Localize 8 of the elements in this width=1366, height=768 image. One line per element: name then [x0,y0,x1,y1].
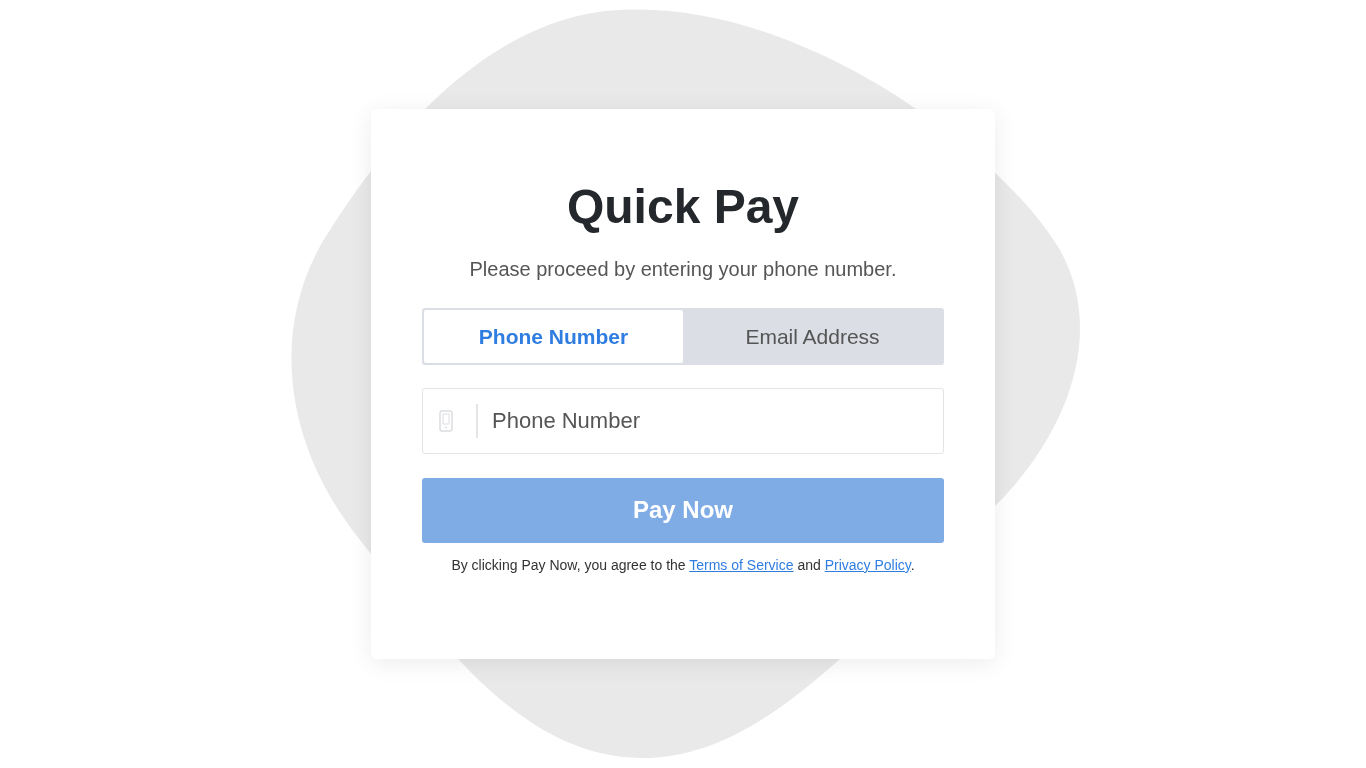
page-title: Quick Pay [565,181,801,234]
phone-field[interactable]: Phone Number [422,387,944,454]
policy-link[interactable]: Terms of Service [689,556,794,573]
policy-link[interactable]: Privacy Policy [824,556,911,573]
legal-text: By clicking Pay Now, you agree to the Terms of Service and Privacy Policy. [450,555,916,575]
tab[interactable]: Phone Number [424,309,683,363]
tab[interactable]: Email Address [683,309,942,363]
subtitle: Please proceed by entering your phone number. [468,256,898,282]
